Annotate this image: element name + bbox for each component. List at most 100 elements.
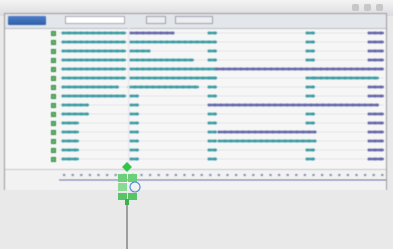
active-tab[interactable]: [8, 16, 46, 25]
step-dot: [189, 40, 193, 44]
step-dot: [159, 58, 163, 62]
step-dot: [135, 121, 139, 125]
step-tick: [364, 174, 367, 176]
step-dot: [367, 121, 371, 125]
row-enable-checkbox[interactable]: [51, 58, 56, 63]
step-dot: [121, 58, 125, 62]
row-enable-checkbox[interactable]: [51, 112, 56, 117]
step-dot: [301, 139, 305, 143]
step-dot: [129, 112, 133, 116]
step-dot: [61, 40, 65, 44]
maximize-icon[interactable]: [364, 4, 371, 11]
step-dot: [275, 67, 279, 71]
row-enable-checkbox[interactable]: [51, 130, 56, 135]
step-dot: [367, 85, 371, 89]
step-dot: [91, 67, 95, 71]
toolbar-dropdown[interactable]: [65, 16, 125, 24]
step-dot: [207, 112, 211, 116]
step-dot: [331, 76, 335, 80]
step-dot: [343, 76, 347, 80]
minimize-icon[interactable]: [352, 4, 359, 11]
step-dot: [373, 67, 377, 71]
step-ruler-marks: [59, 174, 386, 181]
step-dot: [67, 31, 71, 35]
step-dot: [153, 40, 157, 44]
step-dot: [115, 85, 119, 89]
row-enable-checkbox[interactable]: [51, 103, 56, 108]
step-dot: [373, 139, 377, 143]
row-enable-checkbox[interactable]: [51, 94, 56, 99]
row-enable-checkbox[interactable]: [51, 31, 56, 36]
step-dot: [91, 58, 95, 62]
step-tick: [278, 174, 281, 176]
step-dot: [361, 76, 365, 80]
step-dot: [135, 67, 139, 71]
step-dot: [103, 40, 107, 44]
step-tick: [88, 174, 91, 176]
step-dot: [73, 67, 77, 71]
step-dot: [79, 49, 83, 53]
step-dot: [369, 103, 373, 107]
step-dot: [285, 103, 289, 107]
step-tick: [243, 174, 246, 176]
step-dot: [189, 67, 193, 71]
step-dot: [257, 67, 261, 71]
step-dot: [153, 31, 157, 35]
row-enable-checkbox[interactable]: [51, 49, 56, 54]
step-dot: [165, 58, 169, 62]
step-dot: [73, 121, 77, 125]
step-dot: [159, 67, 163, 71]
step-dot: [61, 157, 65, 161]
step-dot: [229, 139, 233, 143]
step-dot: [115, 31, 119, 35]
step-dot: [97, 85, 101, 89]
step-dot: [183, 76, 187, 80]
step-dot: [379, 85, 383, 89]
row-enable-checkbox[interactable]: [51, 148, 56, 153]
toolbar-button-2[interactable]: [175, 16, 213, 24]
step-dot: [85, 112, 89, 116]
step-dot: [97, 94, 101, 98]
step-dot: [367, 94, 371, 98]
step-dot: [373, 49, 377, 53]
step-dot: [67, 148, 71, 152]
step-dot: [367, 49, 371, 53]
step-tick: [269, 174, 272, 176]
step-dot: [271, 130, 275, 134]
row-label: [7, 85, 41, 90]
step-dot: [277, 130, 281, 134]
step-dot: [325, 67, 329, 71]
step-dot: [183, 67, 187, 71]
step-dot: [223, 130, 227, 134]
step-tick: [226, 174, 229, 176]
row-enable-checkbox[interactable]: [51, 40, 56, 45]
row-enable-checkbox[interactable]: [51, 85, 56, 90]
step-dot: [311, 157, 315, 161]
step-dot: [177, 67, 181, 71]
step-dot: [73, 85, 77, 89]
step-dot: [373, 148, 377, 152]
row-label: [7, 94, 41, 99]
step-dot: [241, 139, 245, 143]
step-dot: [135, 31, 139, 35]
row-enable-checkbox[interactable]: [51, 157, 56, 162]
row-enable-checkbox[interactable]: [51, 121, 56, 126]
row-enable-checkbox[interactable]: [51, 67, 56, 72]
step-dot: [163, 85, 167, 89]
step-dot: [303, 103, 307, 107]
step-dot: [129, 103, 133, 107]
step-dot: [129, 121, 133, 125]
toolbar-button-1[interactable]: [146, 16, 166, 24]
row-enable-checkbox[interactable]: [51, 139, 56, 144]
step-tick: [372, 174, 375, 176]
handle-block: [118, 193, 127, 200]
step-dot: [349, 67, 353, 71]
step-dot: [61, 103, 65, 107]
step-dot: [61, 58, 65, 62]
step-dot: [67, 94, 71, 98]
step-dot: [313, 76, 317, 80]
step-dot: [363, 103, 367, 107]
close-icon[interactable]: [376, 4, 383, 11]
row-enable-checkbox[interactable]: [51, 76, 56, 81]
step-dot: [355, 76, 359, 80]
